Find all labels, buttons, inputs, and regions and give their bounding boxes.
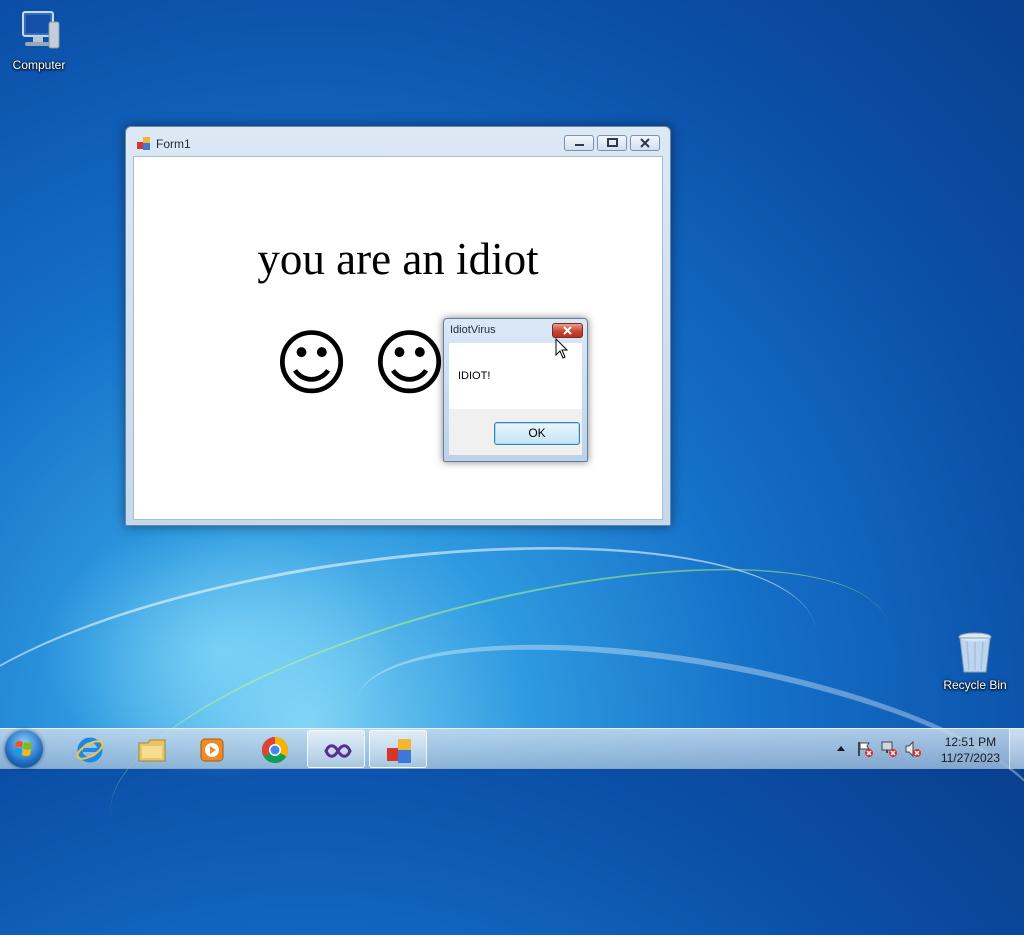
dialog-message: IDIOT! — [458, 370, 491, 382]
ok-button[interactable]: OK — [494, 422, 580, 445]
computer-icon — [15, 8, 63, 56]
taskbar-internet-explorer[interactable] — [60, 730, 118, 768]
close-button[interactable] — [630, 135, 660, 151]
minimize-icon — [575, 144, 584, 146]
dialog-close-button[interactable] — [552, 323, 583, 338]
recycle-bin-icon — [951, 628, 999, 676]
taskbar-form-app[interactable] — [369, 730, 427, 768]
visual-studio-icon — [324, 744, 352, 758]
maximize-icon — [607, 138, 618, 147]
clock-date: 11/27/2023 — [940, 751, 1000, 765]
windows-logo-icon — [14, 741, 32, 756]
taskbar-chrome[interactable] — [245, 730, 303, 768]
show-hidden-icons-chevron-icon[interactable] — [836, 744, 846, 752]
internet-explorer-icon — [76, 737, 104, 763]
clock-time: 12:51 PM — [944, 735, 997, 749]
system-tray: 12:51 PM 11/27/2023 — [834, 729, 1024, 769]
smiley-label: ☺ — [274, 321, 350, 405]
network-icon[interactable] — [880, 740, 898, 758]
maximize-button[interactable] — [597, 135, 627, 151]
desktop-icon-computer[interactable]: Computer — [1, 8, 77, 72]
media-player-icon — [200, 738, 224, 762]
taskbar-media-player[interactable] — [183, 730, 241, 768]
taskbar: 12:51 PM 11/27/2023 — [0, 728, 1024, 769]
volume-muted-icon[interactable] — [904, 740, 922, 758]
minimize-button[interactable] — [564, 135, 594, 151]
action-center-flag-icon[interactable] — [856, 740, 874, 758]
start-button[interactable] — [5, 730, 43, 768]
show-desktop-button[interactable] — [1009, 729, 1024, 769]
smiley-label: ☺ — [372, 321, 448, 405]
chrome-icon — [261, 736, 289, 764]
dialog-title: IdiotVirus — [450, 324, 496, 336]
desktop-icon-recycle-bin[interactable]: Recycle Bin — [937, 628, 1013, 692]
form1-window[interactable]: Form1 you are an idiot ☺ ☺ — [125, 126, 671, 526]
close-icon — [640, 138, 650, 148]
taskbar-file-explorer[interactable] — [122, 730, 180, 768]
mouse-cursor-icon — [555, 338, 569, 359]
desktop-icon-label: Recycle Bin — [943, 678, 1007, 692]
close-icon — [563, 326, 572, 335]
form-app-icon — [137, 137, 150, 150]
headline-label: you are an idiot — [257, 234, 539, 284]
taskbar-visual-studio[interactable] — [307, 730, 365, 768]
window-title: Form1 — [156, 137, 191, 151]
dialog-footer: OK — [449, 409, 582, 455]
folder-icon — [138, 739, 166, 762]
desktop-icon-label: Computer — [12, 58, 66, 72]
taskbar-clock[interactable]: 12:51 PM 11/27/2023 — [941, 734, 1000, 766]
winforms-icon — [387, 739, 411, 763]
